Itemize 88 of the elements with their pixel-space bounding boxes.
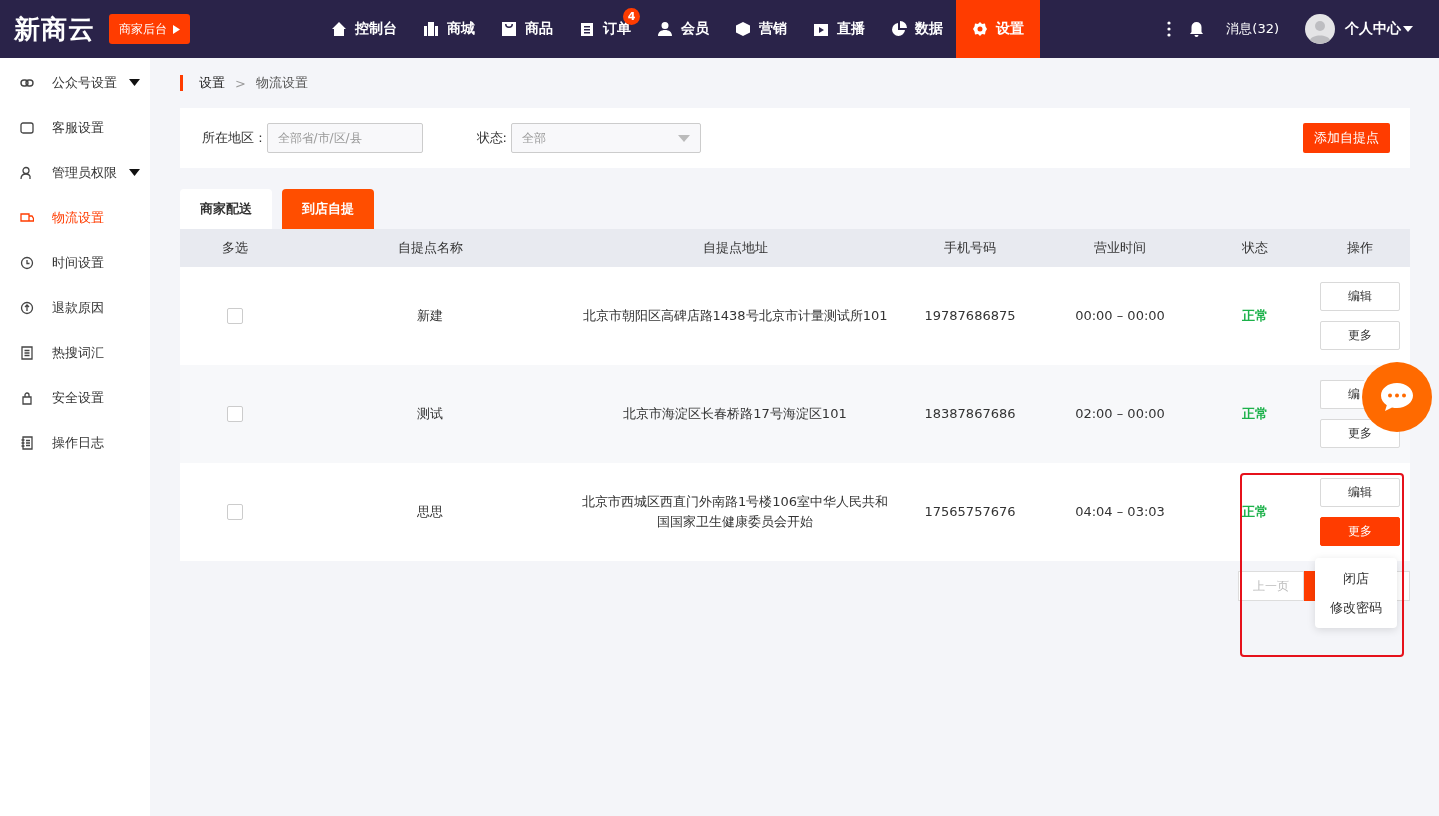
column-header: 多选 (221, 239, 249, 257)
table-cell-text: 北京市朝阳区高碑店路1438号北京市计量测试所101 (581, 307, 889, 325)
more-button[interactable]: 更多 (1320, 321, 1400, 350)
column-header: 营业时间 (1093, 239, 1147, 257)
menu-item-icon (20, 165, 34, 180)
status-text: 正常 (1242, 307, 1268, 325)
menu-item[interactable]: 闭店 (1343, 564, 1369, 593)
checkbox[interactable] (227, 504, 243, 520)
nav-tab[interactable]: 控制台 (318, 0, 410, 58)
caret-icon (677, 134, 690, 142)
breadcrumb-link[interactable]: 设置 (199, 74, 225, 92)
table-cell-text: 18387867686 (924, 405, 1016, 423)
avatar-icon[interactable] (1305, 14, 1335, 44)
nav-tab[interactable]: 会员 (644, 0, 722, 58)
more-button[interactable]: 更多 (1320, 517, 1400, 546)
bag-icon (501, 21, 517, 37)
table-cell-text: 新建 (417, 307, 443, 325)
column-header: 手机号码 (943, 239, 997, 257)
backend-button[interactable]: 商家后台 (109, 14, 190, 44)
status-text: 正常 (1242, 503, 1268, 521)
nav-tab[interactable]: 直播 (800, 0, 878, 58)
table-cell-text: 04:04 – 03:03 (1075, 503, 1165, 521)
caret-icon (129, 79, 140, 86)
menu-item-icon (20, 390, 34, 405)
table-cell-text: 02:00 – 00:00 (1075, 405, 1165, 423)
table-cell-text: 思思 (417, 503, 443, 521)
table-cell-text: 17565757676 (924, 503, 1016, 521)
table-cell-text: 19787686875 (924, 307, 1016, 325)
menu-item-icon (20, 345, 34, 360)
logo: 新商云 (14, 12, 95, 46)
region-field[interactable]: 全部省/市/区/县 (266, 123, 423, 153)
nav-tab[interactable]: 营销 (722, 0, 800, 58)
table-cell-text: 北京市西城区西直门外南路1号楼106室中华人民共和国国家卫生健康委员会开始 (580, 493, 890, 531)
menu-item-icon (20, 300, 34, 315)
nav-tab[interactable]: 商品 (488, 0, 566, 58)
breadcrumb-current: 物流设置 (255, 74, 308, 92)
pie-chart-icon (891, 21, 907, 37)
caret-icon (1403, 26, 1413, 32)
sidebar-item[interactable]: 时间设置 (0, 240, 150, 285)
sidebar-item[interactable]: 操作日志 (0, 420, 150, 465)
sidebar-item[interactable]: 物流设置 (0, 195, 150, 240)
status-text: 正常 (1242, 405, 1268, 423)
edit-button[interactable]: 编辑 (1320, 478, 1400, 507)
sidebar-item[interactable]: 管理员权限 (0, 150, 150, 195)
messages-link[interactable]: 消息(32) (1226, 20, 1279, 38)
table-cell-text: 00:00 – 00:00 (1075, 307, 1165, 325)
table-cell-text: 北京市海淀区长春桥路17号海淀区101 (622, 405, 848, 423)
tv-icon (813, 21, 829, 37)
bell-icon[interactable] (1189, 21, 1205, 37)
sidebar-item[interactable]: 公众号设置 (0, 60, 150, 105)
caret-icon (129, 169, 140, 176)
user-menu[interactable]: 个人中心 (1345, 20, 1413, 38)
home-icon (331, 21, 347, 37)
add-pickup-button[interactable]: 添加自提点 (1303, 123, 1390, 153)
table-cell-text: 测试 (417, 405, 443, 423)
status-label: 状态: (476, 129, 507, 147)
menu-item-icon (20, 210, 34, 225)
nav-tab[interactable]: 商城 (410, 0, 488, 58)
accent-bar (180, 75, 183, 91)
cube-icon (735, 21, 751, 37)
menu-item-icon (20, 435, 34, 450)
column-header: 状态 (1241, 239, 1269, 257)
person-icon (657, 21, 673, 37)
breadcrumb-separator: > (235, 75, 246, 91)
menu-item-icon (20, 120, 34, 135)
sidebar-item[interactable]: 退款原因 (0, 285, 150, 330)
gear-icon (972, 21, 988, 37)
menu-item-icon (20, 255, 34, 270)
sidebar-item[interactable]: 客服设置 (0, 105, 150, 150)
checkbox[interactable] (227, 406, 243, 422)
menu-item[interactable]: 修改密码 (1330, 593, 1382, 622)
checkbox[interactable] (227, 308, 243, 324)
column-header: 操作 (1346, 239, 1374, 257)
clipboard-icon (579, 21, 595, 37)
column-header: 自提点地址 (701, 239, 769, 257)
sidebar-item[interactable]: 安全设置 (0, 375, 150, 420)
region-label: 所在地区 : (202, 129, 263, 147)
edit-button[interactable]: 编 (1320, 380, 1364, 409)
tab[interactable]: 商家配送 (180, 189, 272, 229)
nav-tab[interactable]: 数据 (878, 0, 956, 58)
more-icon[interactable] (1167, 21, 1172, 37)
column-header: 自提点名称 (396, 239, 464, 257)
edit-button[interactable]: 编辑 (1320, 282, 1400, 311)
chat-bubble-icon (1380, 382, 1414, 412)
building-icon (423, 21, 439, 37)
nav-tab[interactable]: 设置 (956, 0, 1040, 58)
sidebar-item[interactable]: 热搜词汇 (0, 330, 150, 375)
play-arrow-icon (173, 24, 180, 34)
